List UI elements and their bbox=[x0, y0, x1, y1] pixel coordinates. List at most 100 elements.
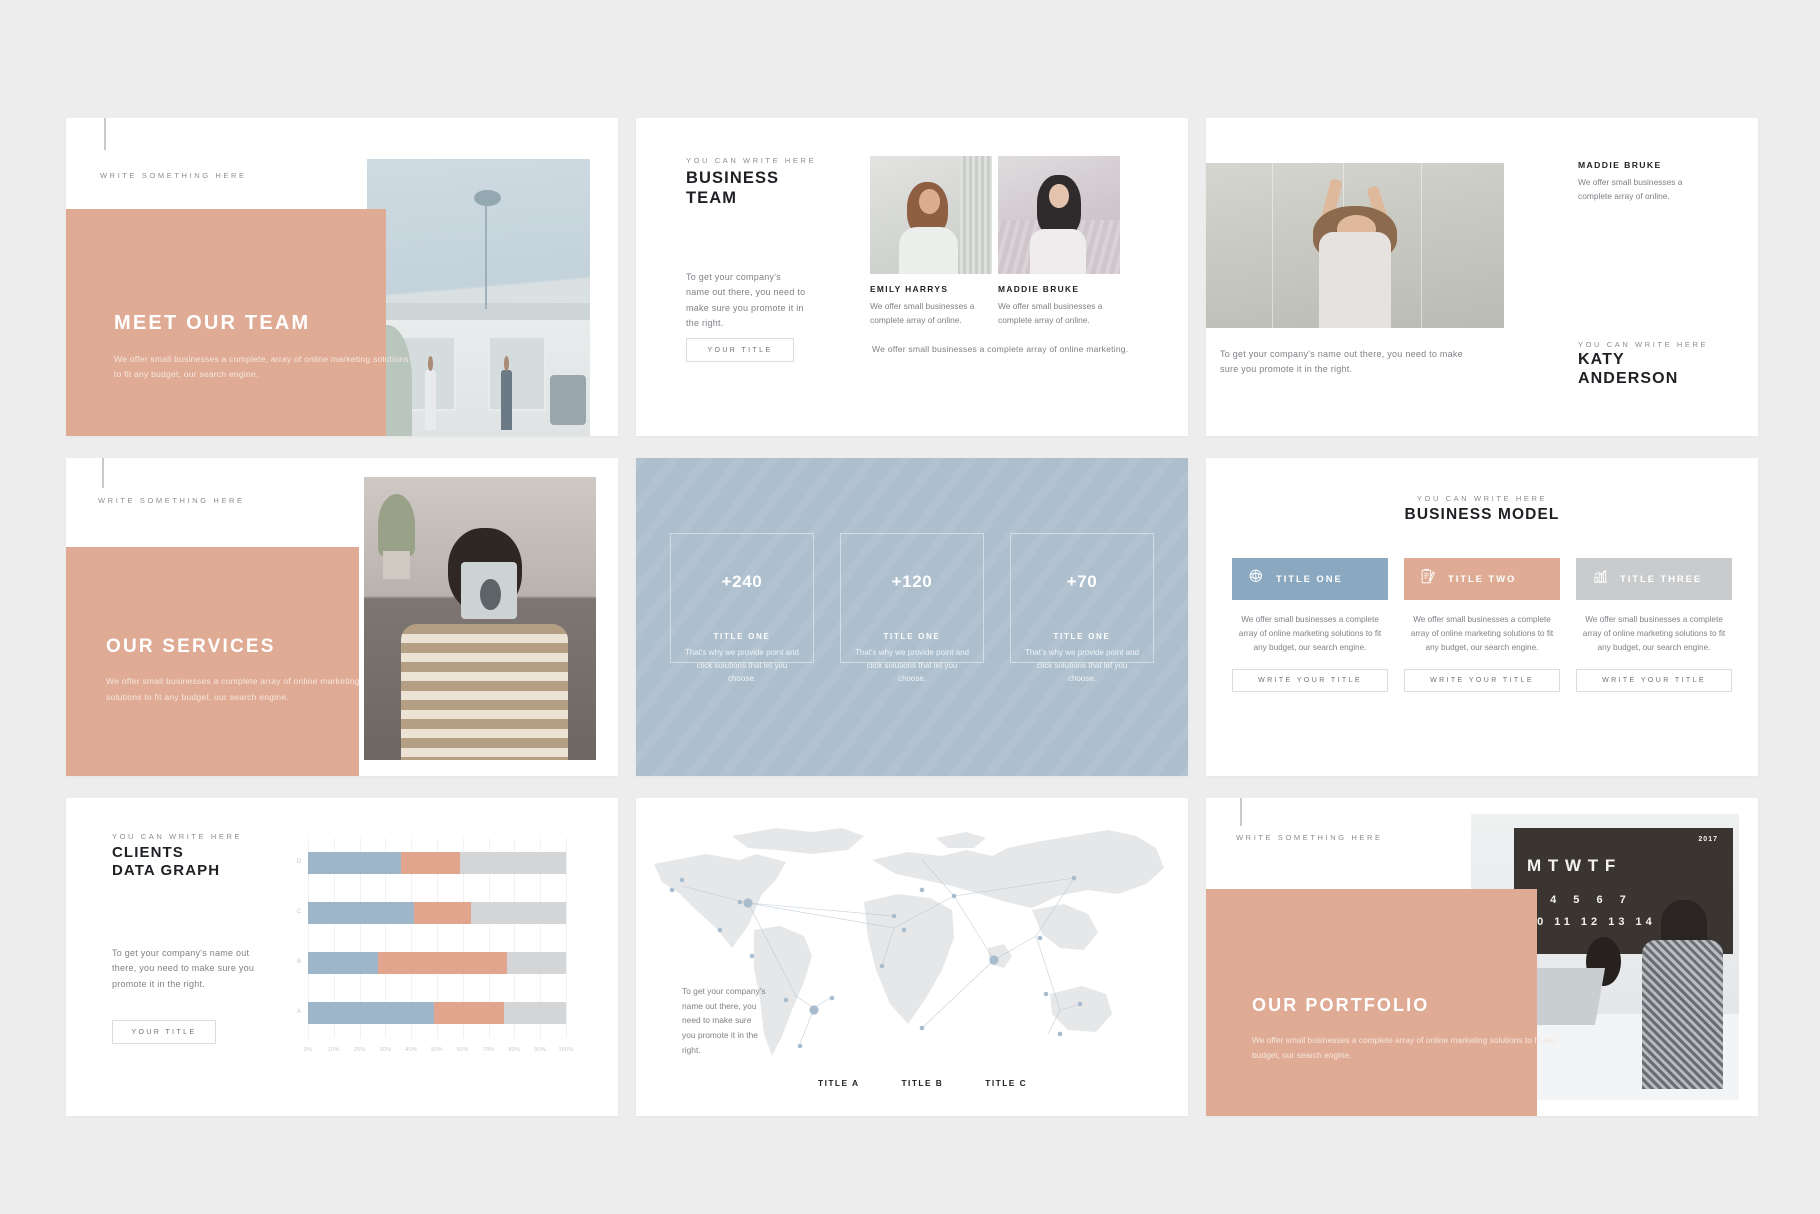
slide-paragraph: To get your company's name out there, yo… bbox=[682, 986, 766, 1055]
stat-body: That's why we provide point and click so… bbox=[854, 648, 970, 683]
slide-body: We offer small businesses a complete arr… bbox=[106, 676, 360, 702]
chart-x-tick-label: 0% bbox=[303, 1047, 313, 1053]
stat-body: That's why we provide point and click so… bbox=[1024, 648, 1140, 683]
chart-bar-row[interactable] bbox=[308, 902, 566, 924]
slide-our-portfolio[interactable]: WRITE SOMETHING HERE 2017 M T W T F 3 4 … bbox=[1206, 798, 1758, 1116]
business-model-column[interactable]: TITLE THREE We offer small businesses a … bbox=[1576, 558, 1732, 693]
slide-title: OUR PORTFOLIO bbox=[1252, 995, 1430, 1016]
slide-katy-anderson[interactable]: MADDIE BRUKE We offer small businesses a… bbox=[1206, 118, 1758, 436]
column-header[interactable]: TITLE THREE bbox=[1576, 558, 1732, 600]
slide-meet-our-team[interactable]: WRITE SOMETHING HERE MEET OUR TEAM We of… bbox=[66, 118, 618, 436]
column-header[interactable]: TITLE TWO bbox=[1404, 558, 1560, 600]
slide-eyebrow: WRITE SOMETHING HERE bbox=[1236, 833, 1383, 842]
bar-chart-growth-icon bbox=[1592, 568, 1609, 590]
member-name: EMILY HARRYS bbox=[870, 284, 949, 294]
chart-bar-segment bbox=[308, 952, 378, 974]
calendar-year: 2017 bbox=[1698, 835, 1718, 843]
stat-title: TITLE ONE bbox=[1053, 632, 1111, 641]
photo-maddie-bruke bbox=[998, 156, 1120, 274]
business-model-column[interactable]: TITLE TWO We offer small businesses a co… bbox=[1404, 558, 1560, 693]
write-your-title-button[interactable]: WRITE YOUR TITLE bbox=[1404, 669, 1560, 693]
slide-stats[interactable]: +240 TITLE ONE That's why we provide poi… bbox=[636, 458, 1188, 776]
business-model-columns: TITLE ONE We offer small businesses a co… bbox=[1232, 558, 1732, 693]
member-info-block: MADDIE BRUKE We offer small businesses a… bbox=[1578, 160, 1702, 204]
chart-x-tick-label: 10% bbox=[327, 1047, 340, 1053]
chart-x-tick-label: 90% bbox=[534, 1047, 547, 1053]
stats-row: +240 TITLE ONE That's why we provide poi… bbox=[670, 533, 1154, 683]
slide-grid: WRITE SOMETHING HERE MEET OUR TEAM We of… bbox=[66, 118, 1758, 1116]
chart-bar-segment bbox=[470, 902, 566, 924]
stat-card[interactable]: +70 TITLE ONE That's why we provide poin… bbox=[1010, 533, 1154, 683]
slide-world-map[interactable]: To get your company's name out there, yo… bbox=[636, 798, 1188, 1116]
chart-row-label: B bbox=[297, 959, 302, 965]
chart-bar-segment bbox=[308, 902, 414, 924]
slide-clients-data-graph[interactable]: YOU CAN WRITE HERE CLIENTS DATA GRAPH To… bbox=[66, 798, 618, 1116]
chart-row-label: A bbox=[297, 1009, 302, 1015]
legend-item: TITLE C bbox=[985, 1078, 1028, 1088]
chart-x-tick-label: 70% bbox=[482, 1047, 495, 1053]
member-body: We offer small businesses a complete arr… bbox=[998, 301, 1103, 326]
slide-title: MEET OUR TEAM bbox=[114, 311, 311, 334]
column-header[interactable]: TITLE ONE bbox=[1232, 558, 1388, 600]
member-name: MADDIE BRUKE bbox=[998, 284, 1080, 294]
accent-tick bbox=[104, 118, 106, 150]
photo-house-street bbox=[366, 159, 591, 436]
stat-title: TITLE ONE bbox=[883, 632, 941, 641]
chart-bar-segment bbox=[434, 1002, 505, 1024]
slide-eyebrow: YOU CAN WRITE HERE bbox=[1416, 494, 1548, 503]
stat-number: +70 bbox=[1066, 572, 1098, 591]
team-member-card: EMILY HARRYS We offer small businesses a… bbox=[870, 284, 990, 327]
chart-x-tick-label: 30% bbox=[379, 1047, 392, 1053]
slide-eyebrow: YOU CAN WRITE HERE bbox=[1578, 340, 1709, 349]
write-your-title-button[interactable]: WRITE YOUR TITLE bbox=[1576, 669, 1732, 693]
member-name: MADDIE BRUKE bbox=[1578, 160, 1662, 170]
slide-eyebrow: YOU CAN WRITE HERE bbox=[686, 156, 817, 165]
stat-card[interactable]: +240 TITLE ONE That's why we provide poi… bbox=[670, 533, 814, 683]
world-map-graphic bbox=[654, 828, 1164, 1056]
your-title-button[interactable]: YOUR TITLE bbox=[112, 1020, 216, 1044]
title-band bbox=[66, 547, 359, 776]
chart-bar-segment bbox=[377, 952, 507, 974]
clipboard-pencil-icon bbox=[1420, 568, 1437, 590]
slide-paragraph: To get your company's name out there, yo… bbox=[112, 948, 255, 989]
legend-item: TITLE A bbox=[818, 1078, 860, 1088]
column-label: TITLE TWO bbox=[1448, 573, 1517, 585]
globe-network-icon bbox=[1248, 568, 1265, 590]
column-body: We offer small businesses a complete arr… bbox=[1582, 615, 1726, 653]
slide-title-line1: BUSINESS bbox=[686, 169, 780, 187]
slide-business-model[interactable]: YOU CAN WRITE HERE BUSINESS MODEL TITLE … bbox=[1206, 458, 1758, 776]
stat-body: That's why we provide point and click so… bbox=[684, 648, 800, 683]
slide-title-line2: ANDERSON bbox=[1578, 370, 1679, 387]
slide-eyebrow: YOU CAN WRITE HERE bbox=[112, 832, 243, 841]
chart-bar-segment bbox=[504, 1002, 566, 1024]
legend-item: TITLE B bbox=[901, 1078, 944, 1088]
accent-tick bbox=[102, 458, 104, 488]
your-title-button[interactable]: YOUR TITLE bbox=[686, 338, 794, 362]
chart-row-label: D bbox=[297, 859, 302, 865]
chart-bar-segment bbox=[400, 852, 461, 874]
write-your-title-button[interactable]: WRITE YOUR TITLE bbox=[1232, 669, 1388, 693]
photo-emily-harrys bbox=[870, 156, 992, 274]
chart-bar-row[interactable] bbox=[308, 1002, 566, 1024]
business-model-column[interactable]: TITLE ONE We offer small businesses a co… bbox=[1232, 558, 1388, 693]
slide-business-team[interactable]: YOU CAN WRITE HERE BUSINESS TEAM To get … bbox=[636, 118, 1188, 436]
chart-bar-segment bbox=[413, 902, 471, 924]
column-label: TITLE ONE bbox=[1276, 573, 1343, 585]
slide-title-line1: CLIENTS bbox=[112, 844, 184, 861]
chart-x-tick-label: 40% bbox=[405, 1047, 418, 1053]
slide-title: OUR SERVICES bbox=[106, 636, 276, 658]
slide-our-services[interactable]: WRITE SOMETHING HERE OUR SERVICES We off… bbox=[66, 458, 618, 776]
slide-paragraph: To get your company's name out there, yo… bbox=[686, 272, 806, 329]
chart-x-tick-label: 100% bbox=[558, 1047, 574, 1053]
stat-card[interactable]: +120 TITLE ONE That's why we provide poi… bbox=[840, 533, 984, 683]
column-body: We offer small businesses a complete arr… bbox=[1238, 615, 1382, 653]
chart-bar-row[interactable] bbox=[308, 852, 566, 874]
presentation-preview-canvas: WRITE SOMETHING HERE MEET OUR TEAM We of… bbox=[0, 0, 1820, 1214]
stat-title: TITLE ONE bbox=[713, 632, 771, 641]
stat-number: +120 bbox=[891, 572, 933, 591]
member-body: We offer small businesses a complete arr… bbox=[1578, 177, 1683, 202]
photo-katy-anderson bbox=[1206, 162, 1505, 328]
chart-gridline bbox=[566, 838, 567, 1038]
chart-bar-row[interactable] bbox=[308, 952, 566, 974]
chart-x-tick-label: 80% bbox=[508, 1047, 521, 1053]
